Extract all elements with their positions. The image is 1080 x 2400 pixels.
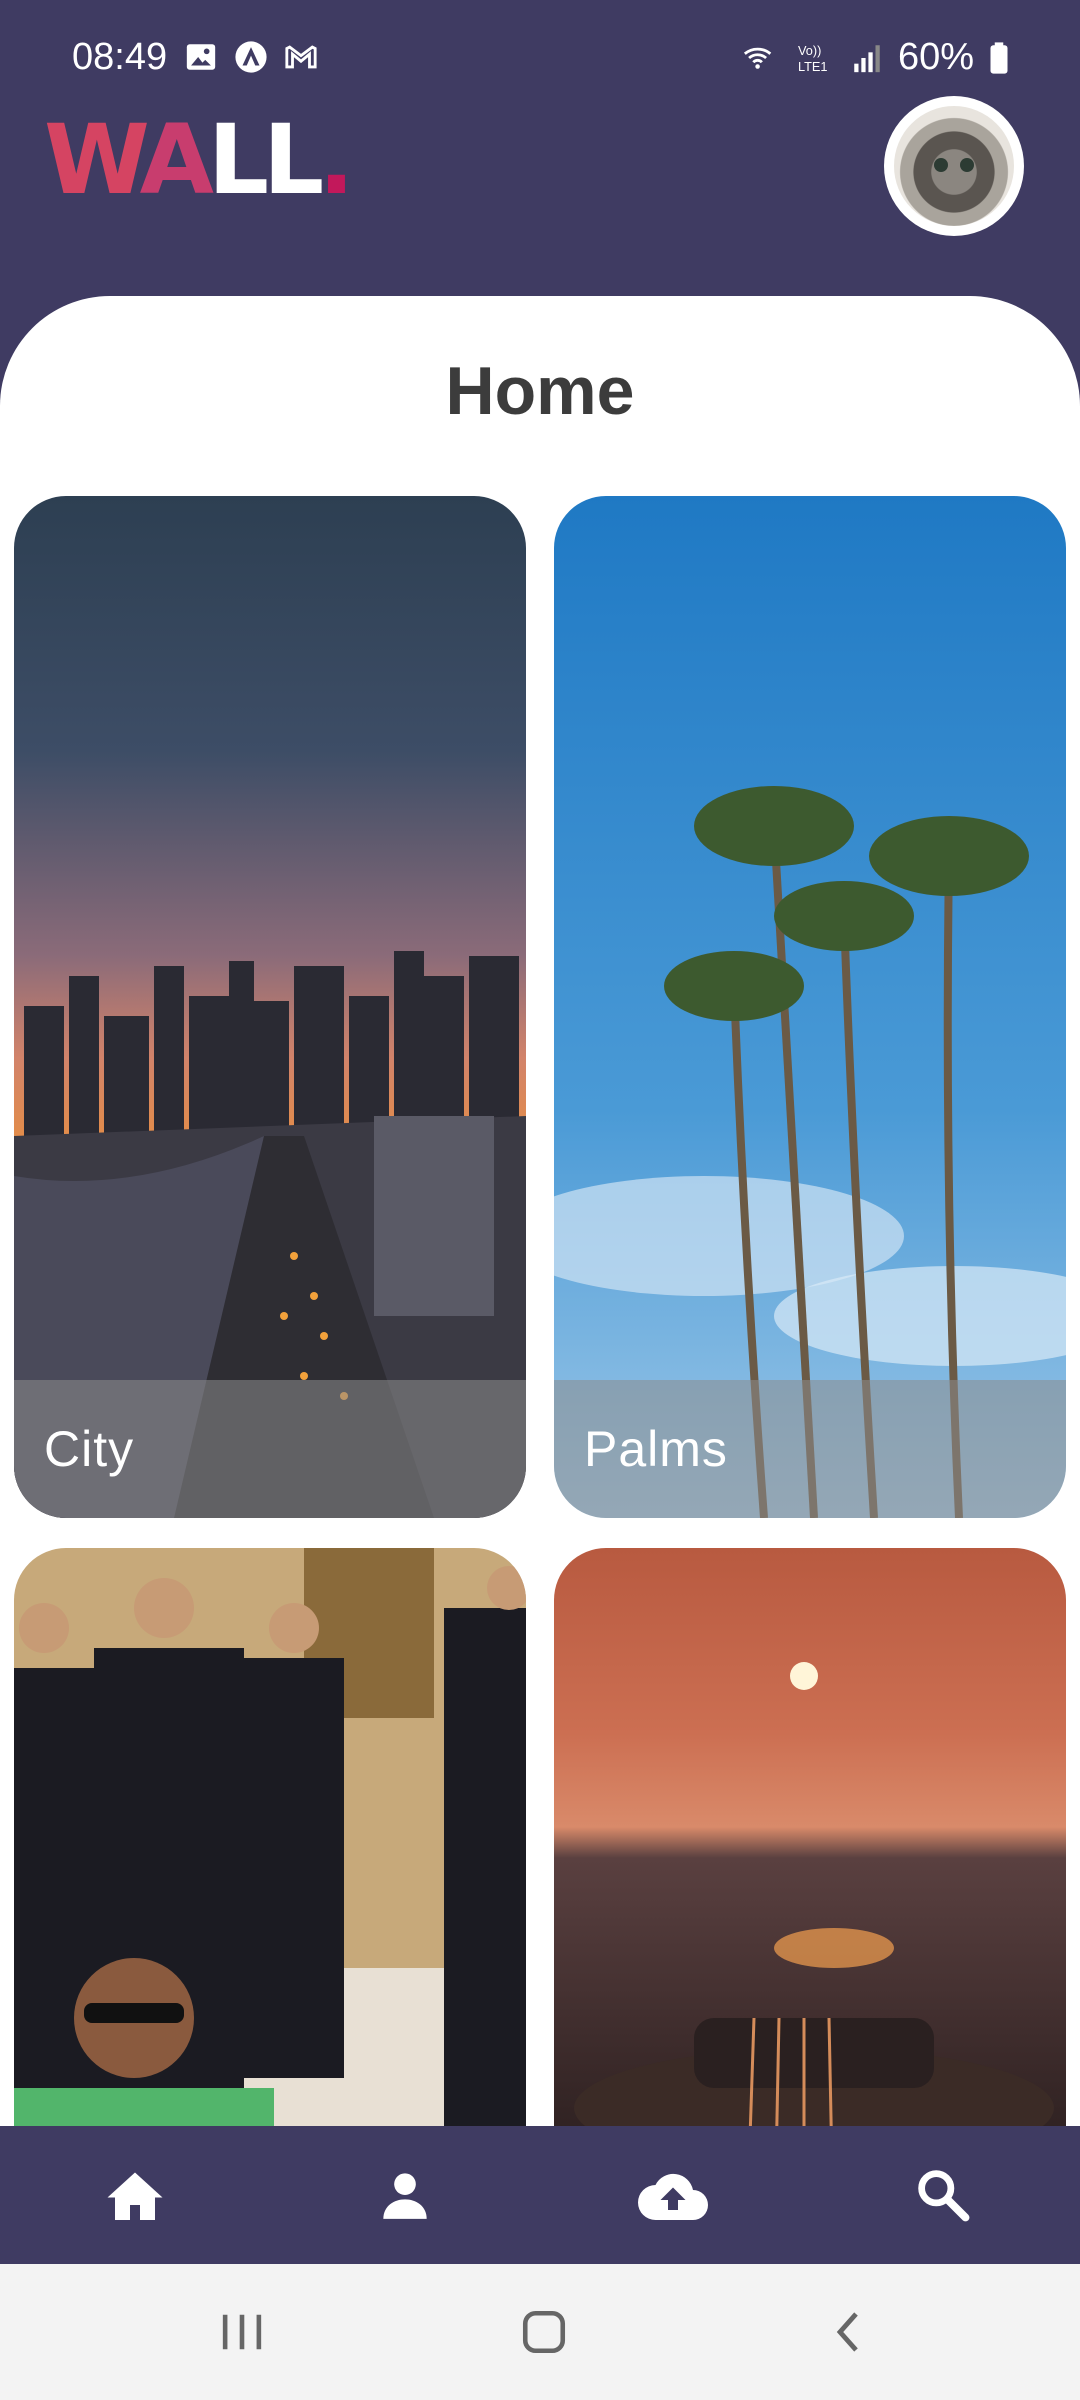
people-image bbox=[14, 1548, 526, 2168]
volte-icon: Vo))LTE1 bbox=[798, 43, 828, 74]
status-system-icons: Vo)) LTE1 60% bbox=[738, 36, 1010, 79]
wallpaper-card-palms[interactable]: Palms bbox=[554, 496, 1066, 1518]
card-caption: Palms bbox=[554, 1380, 1066, 1518]
nav-profile[interactable] bbox=[370, 2160, 440, 2230]
svg-text:Vo)): Vo)) bbox=[798, 43, 821, 58]
upload-icon bbox=[638, 2173, 708, 2220]
battery-percent: 60% bbox=[897, 36, 974, 78]
wallpaper-card-city[interactable]: City bbox=[14, 496, 526, 1518]
signal-icon bbox=[854, 44, 880, 72]
nav-upload[interactable] bbox=[638, 2160, 708, 2230]
profile-icon bbox=[383, 2173, 427, 2219]
palms-image bbox=[554, 496, 1066, 1518]
status-notification-icons bbox=[184, 40, 318, 74]
status-bar: 08:49 Vo)) LTE1 60% bbox=[0, 0, 1080, 120]
back-button[interactable] bbox=[818, 2304, 878, 2360]
home-button-icon bbox=[522, 2310, 566, 2354]
wifi-calling-icon bbox=[743, 47, 772, 69]
gallery-icon bbox=[186, 44, 216, 70]
wallpaper-card-people[interactable] bbox=[14, 1548, 526, 2168]
wallpaper-card-sunset[interactable] bbox=[554, 1548, 1066, 2168]
avatar-image bbox=[894, 106, 1014, 226]
nav-home[interactable] bbox=[100, 2160, 170, 2230]
recents-button[interactable] bbox=[212, 2304, 272, 2360]
battery-icon bbox=[990, 41, 1008, 74]
recents-icon bbox=[222, 2314, 262, 2350]
back-icon bbox=[836, 2312, 858, 2352]
avatar[interactable] bbox=[884, 96, 1024, 236]
svg-text:LTE1: LTE1 bbox=[798, 58, 828, 73]
status-time: 08:49 bbox=[72, 36, 168, 78]
page-title: Home bbox=[445, 353, 635, 429]
city-image bbox=[14, 496, 526, 1518]
gmail-icon bbox=[285, 45, 317, 69]
home-icon bbox=[107, 2172, 163, 2220]
home-button[interactable] bbox=[514, 2304, 574, 2360]
system-navigation bbox=[0, 2264, 1080, 2400]
card-caption: City bbox=[14, 1380, 526, 1518]
bottom-navigation bbox=[0, 2126, 1080, 2264]
sunset-image bbox=[554, 1548, 1066, 2168]
app-icon bbox=[235, 41, 267, 73]
wall-logo: WALL. bbox=[44, 104, 355, 216]
nav-search[interactable] bbox=[908, 2160, 978, 2230]
search-icon bbox=[918, 2170, 970, 2222]
